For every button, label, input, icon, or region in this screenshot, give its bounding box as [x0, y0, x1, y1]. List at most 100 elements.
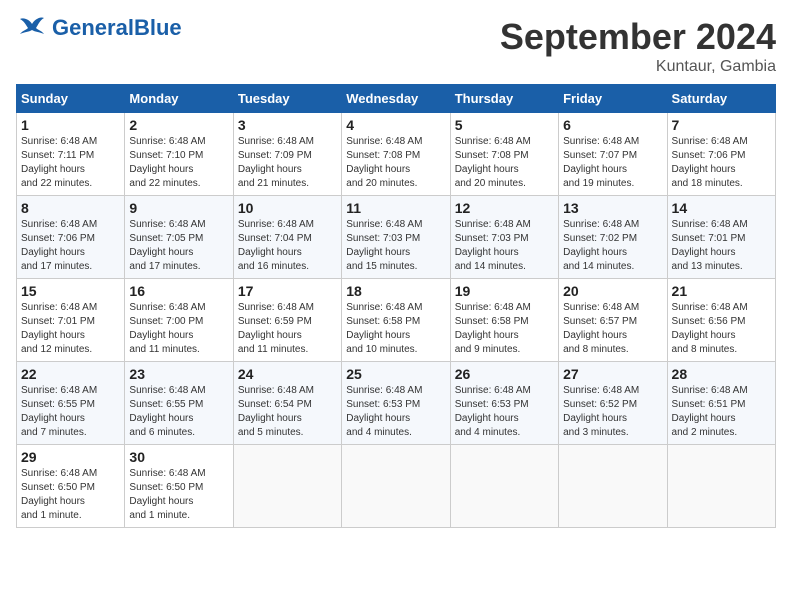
calendar-day-cell [233, 445, 341, 528]
calendar-day-cell: 13 Sunrise: 6:48 AM Sunset: 7:02 PM Dayl… [559, 196, 667, 279]
day-info: Sunrise: 6:48 AM Sunset: 7:01 PM Dayligh… [672, 218, 771, 274]
calendar-week-row: 1 Sunrise: 6:48 AM Sunset: 7:11 PM Dayli… [17, 113, 776, 196]
calendar-day-cell [342, 445, 450, 528]
calendar-day-cell: 8 Sunrise: 6:48 AM Sunset: 7:06 PM Dayli… [17, 196, 125, 279]
day-number: 25 [346, 366, 445, 382]
day-number: 28 [672, 366, 771, 382]
weekday-header-cell: Tuesday [233, 85, 341, 113]
day-number: 17 [238, 283, 337, 299]
calendar-day-cell: 23 Sunrise: 6:48 AM Sunset: 6:55 PM Dayl… [125, 362, 233, 445]
day-number: 11 [346, 200, 445, 216]
day-number: 21 [672, 283, 771, 299]
weekday-header-cell: Thursday [450, 85, 558, 113]
calendar-week-row: 8 Sunrise: 6:48 AM Sunset: 7:06 PM Dayli… [17, 196, 776, 279]
day-info: Sunrise: 6:48 AM Sunset: 7:06 PM Dayligh… [672, 135, 771, 191]
calendar-day-cell: 24 Sunrise: 6:48 AM Sunset: 6:54 PM Dayl… [233, 362, 341, 445]
calendar-day-cell: 4 Sunrise: 6:48 AM Sunset: 7:08 PM Dayli… [342, 113, 450, 196]
calendar-day-cell [559, 445, 667, 528]
day-number: 3 [238, 117, 337, 133]
calendar-day-cell: 29 Sunrise: 6:48 AM Sunset: 6:50 PM Dayl… [17, 445, 125, 528]
day-info: Sunrise: 6:48 AM Sunset: 6:55 PM Dayligh… [129, 384, 228, 440]
calendar-day-cell: 5 Sunrise: 6:48 AM Sunset: 7:08 PM Dayli… [450, 113, 558, 196]
calendar-day-cell: 25 Sunrise: 6:48 AM Sunset: 6:53 PM Dayl… [342, 362, 450, 445]
calendar-day-cell: 14 Sunrise: 6:48 AM Sunset: 7:01 PM Dayl… [667, 196, 775, 279]
day-info: Sunrise: 6:48 AM Sunset: 6:54 PM Dayligh… [238, 384, 337, 440]
day-number: 9 [129, 200, 228, 216]
calendar-day-cell: 15 Sunrise: 6:48 AM Sunset: 7:01 PM Dayl… [17, 279, 125, 362]
weekday-header-cell: Wednesday [342, 85, 450, 113]
weekday-header-cell: Sunday [17, 85, 125, 113]
calendar-day-cell: 3 Sunrise: 6:48 AM Sunset: 7:09 PM Dayli… [233, 113, 341, 196]
day-info: Sunrise: 6:48 AM Sunset: 6:53 PM Dayligh… [346, 384, 445, 440]
calendar-day-cell: 20 Sunrise: 6:48 AM Sunset: 6:57 PM Dayl… [559, 279, 667, 362]
calendar: SundayMondayTuesdayWednesdayThursdayFrid… [16, 84, 776, 528]
calendar-week-row: 15 Sunrise: 6:48 AM Sunset: 7:01 PM Dayl… [17, 279, 776, 362]
calendar-day-cell: 30 Sunrise: 6:48 AM Sunset: 6:50 PM Dayl… [125, 445, 233, 528]
day-info: Sunrise: 6:48 AM Sunset: 7:02 PM Dayligh… [563, 218, 662, 274]
day-info: Sunrise: 6:48 AM Sunset: 7:11 PM Dayligh… [21, 135, 120, 191]
calendar-day-cell: 12 Sunrise: 6:48 AM Sunset: 7:03 PM Dayl… [450, 196, 558, 279]
weekday-header-cell: Friday [559, 85, 667, 113]
calendar-day-cell: 10 Sunrise: 6:48 AM Sunset: 7:04 PM Dayl… [233, 196, 341, 279]
calendar-day-cell: 18 Sunrise: 6:48 AM Sunset: 6:58 PM Dayl… [342, 279, 450, 362]
day-info: Sunrise: 6:48 AM Sunset: 6:59 PM Dayligh… [238, 301, 337, 357]
day-number: 2 [129, 117, 228, 133]
day-number: 4 [346, 117, 445, 133]
day-number: 1 [21, 117, 120, 133]
day-info: Sunrise: 6:48 AM Sunset: 6:53 PM Dayligh… [455, 384, 554, 440]
calendar-day-cell: 27 Sunrise: 6:48 AM Sunset: 6:52 PM Dayl… [559, 362, 667, 445]
day-info: Sunrise: 6:48 AM Sunset: 6:55 PM Dayligh… [21, 384, 120, 440]
weekday-header-row: SundayMondayTuesdayWednesdayThursdayFrid… [17, 85, 776, 113]
day-info: Sunrise: 6:48 AM Sunset: 7:06 PM Dayligh… [21, 218, 120, 274]
calendar-day-cell [450, 445, 558, 528]
calendar-day-cell: 26 Sunrise: 6:48 AM Sunset: 6:53 PM Dayl… [450, 362, 558, 445]
day-number: 19 [455, 283, 554, 299]
day-info: Sunrise: 6:48 AM Sunset: 6:56 PM Dayligh… [672, 301, 771, 357]
day-number: 26 [455, 366, 554, 382]
calendar-day-cell: 28 Sunrise: 6:48 AM Sunset: 6:51 PM Dayl… [667, 362, 775, 445]
day-info: Sunrise: 6:48 AM Sunset: 7:00 PM Dayligh… [129, 301, 228, 357]
month-title: September 2024 [500, 16, 776, 58]
day-number: 7 [672, 117, 771, 133]
calendar-day-cell [667, 445, 775, 528]
logo-text: GeneralBlue [52, 17, 182, 39]
calendar-day-cell: 19 Sunrise: 6:48 AM Sunset: 6:58 PM Dayl… [450, 279, 558, 362]
logo: GeneralBlue [16, 16, 182, 40]
day-info: Sunrise: 6:48 AM Sunset: 7:04 PM Dayligh… [238, 218, 337, 274]
calendar-body: 1 Sunrise: 6:48 AM Sunset: 7:11 PM Dayli… [17, 113, 776, 528]
day-number: 27 [563, 366, 662, 382]
day-number: 6 [563, 117, 662, 133]
calendar-day-cell: 7 Sunrise: 6:48 AM Sunset: 7:06 PM Dayli… [667, 113, 775, 196]
day-number: 18 [346, 283, 445, 299]
day-info: Sunrise: 6:48 AM Sunset: 6:50 PM Dayligh… [129, 467, 228, 523]
day-info: Sunrise: 6:48 AM Sunset: 7:08 PM Dayligh… [455, 135, 554, 191]
calendar-day-cell: 2 Sunrise: 6:48 AM Sunset: 7:10 PM Dayli… [125, 113, 233, 196]
calendar-day-cell: 1 Sunrise: 6:48 AM Sunset: 7:11 PM Dayli… [17, 113, 125, 196]
calendar-day-cell: 6 Sunrise: 6:48 AM Sunset: 7:07 PM Dayli… [559, 113, 667, 196]
day-info: Sunrise: 6:48 AM Sunset: 7:08 PM Dayligh… [346, 135, 445, 191]
day-info: Sunrise: 6:48 AM Sunset: 7:03 PM Dayligh… [346, 218, 445, 274]
day-number: 24 [238, 366, 337, 382]
day-number: 5 [455, 117, 554, 133]
day-info: Sunrise: 6:48 AM Sunset: 7:07 PM Dayligh… [563, 135, 662, 191]
day-info: Sunrise: 6:48 AM Sunset: 6:58 PM Dayligh… [455, 301, 554, 357]
day-number: 22 [21, 366, 120, 382]
header: GeneralBlue September 2024 Kuntaur, Gamb… [16, 16, 776, 76]
day-number: 12 [455, 200, 554, 216]
calendar-week-row: 29 Sunrise: 6:48 AM Sunset: 6:50 PM Dayl… [17, 445, 776, 528]
day-info: Sunrise: 6:48 AM Sunset: 7:10 PM Dayligh… [129, 135, 228, 191]
logo-bird-icon [16, 16, 48, 40]
calendar-day-cell: 21 Sunrise: 6:48 AM Sunset: 6:56 PM Dayl… [667, 279, 775, 362]
title-area: September 2024 Kuntaur, Gambia [500, 16, 776, 76]
day-number: 10 [238, 200, 337, 216]
day-info: Sunrise: 6:48 AM Sunset: 6:52 PM Dayligh… [563, 384, 662, 440]
day-number: 8 [21, 200, 120, 216]
day-number: 30 [129, 449, 228, 465]
day-number: 14 [672, 200, 771, 216]
day-number: 23 [129, 366, 228, 382]
day-info: Sunrise: 6:48 AM Sunset: 7:03 PM Dayligh… [455, 218, 554, 274]
day-info: Sunrise: 6:48 AM Sunset: 6:58 PM Dayligh… [346, 301, 445, 357]
calendar-day-cell: 11 Sunrise: 6:48 AM Sunset: 7:03 PM Dayl… [342, 196, 450, 279]
day-info: Sunrise: 6:48 AM Sunset: 7:05 PM Dayligh… [129, 218, 228, 274]
day-number: 13 [563, 200, 662, 216]
